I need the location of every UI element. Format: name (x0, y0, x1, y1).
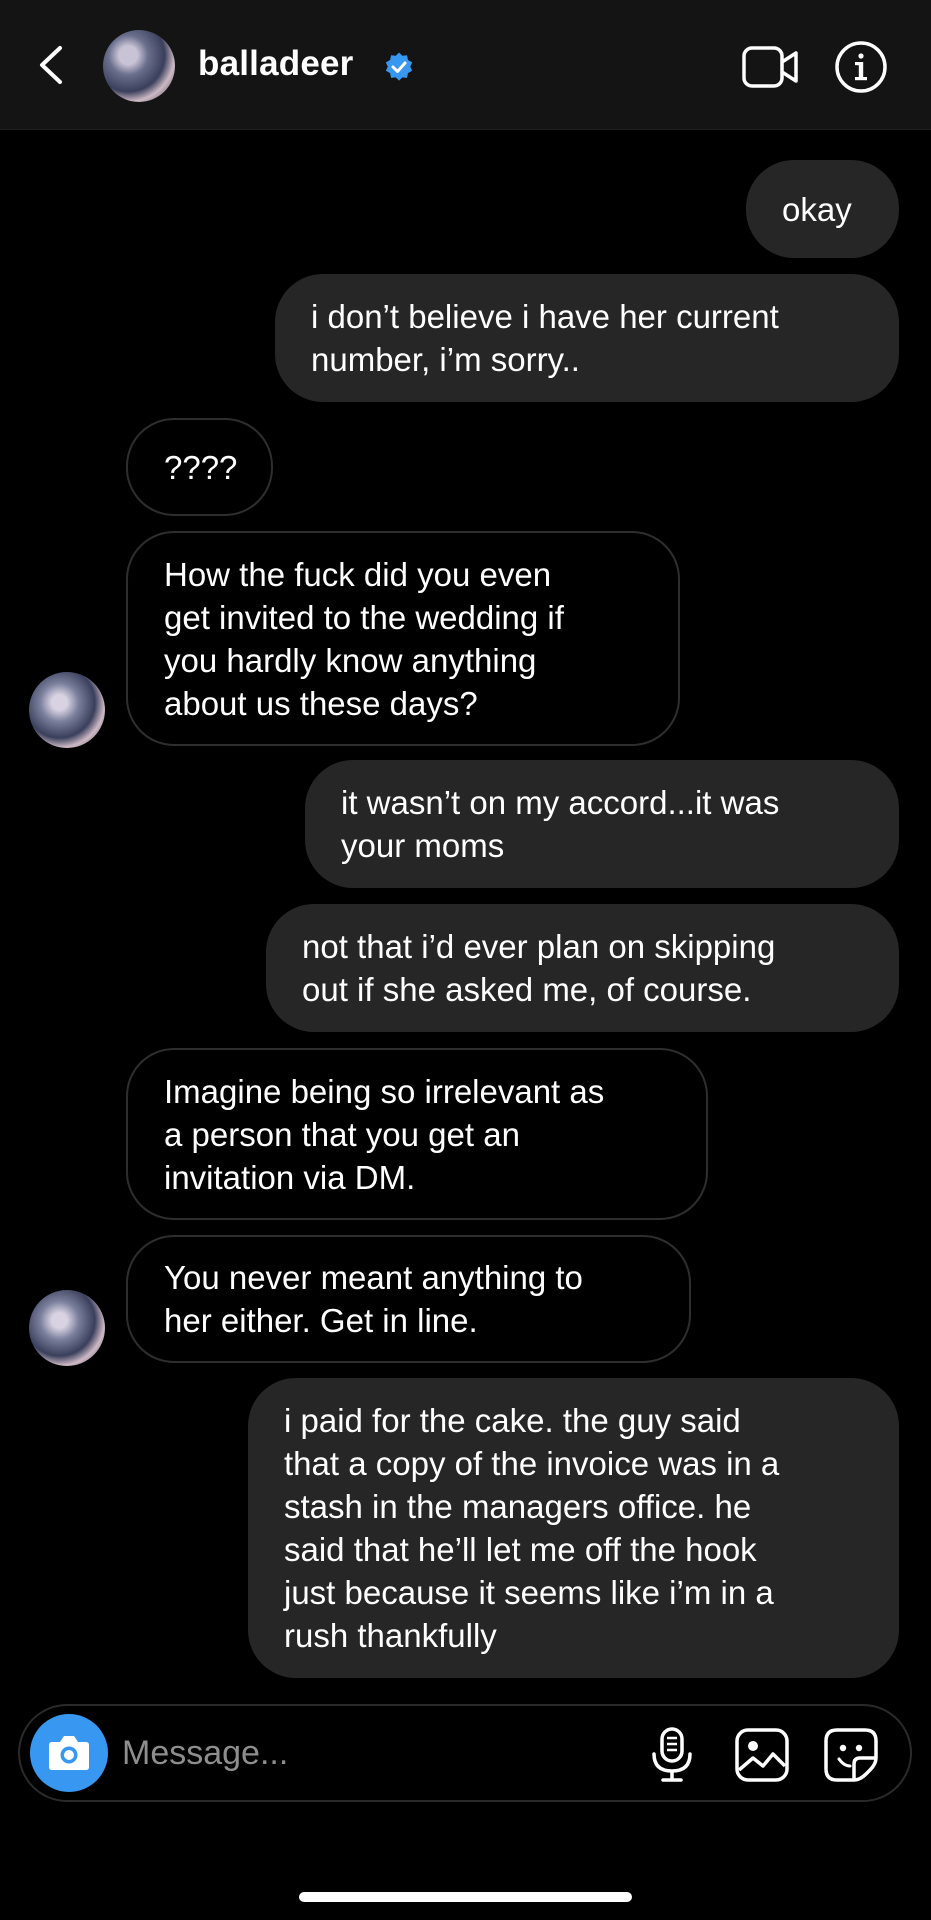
back-arrow-icon[interactable] (30, 40, 74, 90)
video-call-icon[interactable] (741, 44, 799, 90)
message-bubble-incoming[interactable]: You never meant anything to her either. … (126, 1235, 691, 1363)
verified-badge-icon (385, 52, 413, 81)
gallery-icon[interactable] (733, 1726, 791, 1784)
sender-avatar[interactable] (29, 1290, 105, 1366)
home-indicator[interactable] (299, 1892, 632, 1902)
message-bubble-outgoing[interactable]: not that i’d ever plan on skipping out i… (266, 904, 899, 1032)
message-text: i paid for the cake. the guy said that a… (284, 1402, 780, 1654)
message-text: You never meant anything to her either. … (164, 1259, 583, 1339)
message-text: How the fuck did you even get invited to… (164, 555, 564, 722)
camera-button[interactable] (30, 1714, 108, 1792)
message-composer (18, 1704, 912, 1802)
message-bubble-outgoing[interactable]: i don’t believe i have her current numbe… (275, 274, 899, 402)
message-bubble-incoming[interactable]: Imagine being so irrelevant as a person … (126, 1048, 708, 1220)
message-bubble-outgoing[interactable]: it wasn’t on my accord...it was your mom… (305, 760, 899, 888)
sender-avatar[interactable] (29, 672, 105, 748)
camera-icon (49, 1736, 89, 1770)
message-text: ???? (164, 448, 238, 486)
message-text: it wasn’t on my accord...it was your mom… (341, 784, 780, 864)
message-text: i don’t believe i have her current numbe… (311, 298, 779, 378)
message-bubble-outgoing[interactable]: okay (746, 160, 899, 258)
chat-header: balladeer (0, 0, 931, 130)
message-text: not that i’d ever plan on skipping out i… (302, 928, 776, 1008)
microphone-icon[interactable] (648, 1726, 696, 1784)
chat-username[interactable]: balladeer (198, 44, 354, 84)
info-icon[interactable] (834, 40, 888, 94)
profile-avatar[interactable] (103, 30, 175, 102)
sticker-icon[interactable] (822, 1726, 880, 1784)
message-bubble-incoming[interactable]: ???? (126, 418, 273, 516)
message-bubble-incoming[interactable]: How the fuck did you even get invited to… (126, 531, 680, 746)
message-text: okay (782, 190, 852, 228)
message-text: Imagine being so irrelevant as a person … (164, 1072, 605, 1196)
message-bubble-outgoing[interactable]: i paid for the cake. the guy said that a… (248, 1378, 899, 1678)
message-input[interactable] (122, 1728, 622, 1778)
